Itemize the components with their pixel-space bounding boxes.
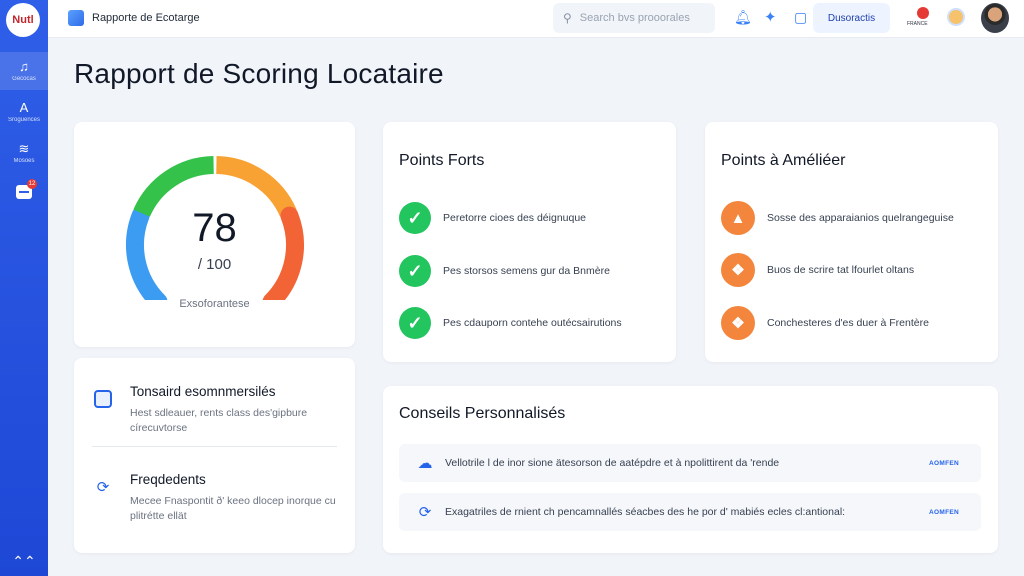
divider <box>92 446 337 447</box>
sidebar: Nutl ♫ Gecocas A Sroguences ≋ Mosoes 12 … <box>0 0 48 576</box>
recommendation-title: Tonsaird esomnmersilés <box>130 384 276 399</box>
recommendation-title: Freqdedents <box>130 472 206 487</box>
sidebar-item-mosoes[interactable]: ≋ Mosoes <box>0 134 48 172</box>
user-avatar[interactable] <box>981 3 1009 33</box>
sync-icon: ⟳ <box>418 504 432 521</box>
cloud-icon: ☁ <box>417 455 433 472</box>
chevron-logo-icon[interactable]: ⌃⌃ <box>0 553 48 570</box>
score-card: 78 / 100 Exsoforantese <box>74 122 355 347</box>
sidebar-item-label: Sroguences <box>7 117 41 123</box>
advice-link[interactable]: AOMFEN <box>929 460 959 467</box>
advice-link[interactable]: AOMFEN <box>929 509 959 516</box>
check-icon: ✓ <box>399 202 431 234</box>
people-warning-icon: ❖ <box>721 306 755 340</box>
score-value: 78 <box>192 206 237 250</box>
advice-text: Vellotrile l de inor sione ätesorson de … <box>445 457 780 469</box>
notification-dot <box>917 7 929 19</box>
calendar-icon <box>92 388 114 410</box>
recommendation-desc: Hest sdleauer, rents class des'gipbure c… <box>130 407 308 434</box>
score-caption: Exsoforantese <box>179 298 250 310</box>
improvement-text: Conchesteres d'es duer à Frentère <box>767 317 929 329</box>
language-flag-icon[interactable]: FRANCE <box>907 7 929 27</box>
search-icon: ⚲ <box>563 11 572 25</box>
sidebar-item-inbox[interactable]: 12 <box>0 173 48 211</box>
letter-a-icon: A <box>19 100 29 115</box>
strength-text: Pes cdauporn contehe outécsairutions <box>443 317 622 329</box>
strengths-card: Points Forts ✓ Peretorre cioes des déign… <box>383 122 676 362</box>
list-item: ❖ Conchesteres d'es duer à Frentère <box>721 306 929 340</box>
check-icon: ✓ <box>399 307 431 339</box>
list-item[interactable]: ☁ Vellotrile l de inor sione ätesorson d… <box>399 444 981 482</box>
check-icon: ✓ <box>399 255 431 287</box>
strength-text: Peretorre cioes des déignuque <box>443 212 587 224</box>
pin-plus-icon[interactable]: ✦ <box>764 8 777 26</box>
sidebar-item-label: Mosoes <box>13 158 35 164</box>
advice-text: Exagatriles de rnient ch pencamnallés sé… <box>445 506 846 518</box>
list-item: ✓ Pes cdauporn contehe outécsairutions <box>399 307 622 339</box>
recommendation-desc: Mecee Fnaspontit ð' keeo dlocep inorque … <box>130 495 336 522</box>
search-input[interactable] <box>579 12 700 24</box>
search-box[interactable]: ⚲ <box>553 3 715 33</box>
score-max: / 100 <box>197 256 232 273</box>
list-item: ❖ Buos de scrire tat lfourlet oltans <box>721 253 914 287</box>
improvement-text: Sosse des apparaianios quelrangeguise <box>767 212 954 224</box>
top-bar: Rapporte de Ecotarge ⚲ 🔔︎ ✦ ▢ Dusoractis… <box>48 0 1024 38</box>
improvements-card: Points à Améliéer ▲ Sosse des apparaiani… <box>705 122 998 362</box>
improvement-text: Buos de scrire tat lfourlet oltans <box>767 264 915 276</box>
strengths-title: Points Forts <box>399 152 485 169</box>
inbox-badge-icon: 12 <box>16 179 37 199</box>
sidebar-item-label: Gecocas <box>12 76 36 82</box>
app-logo[interactable]: Nutl <box>6 3 40 37</box>
sidebar-item-gecocas[interactable]: ♫ Gecocas <box>0 52 48 90</box>
sidebar-item-sroguences[interactable]: A Sroguences <box>0 93 48 131</box>
list-item: ✓ Peretorre cioes des déignuque <box>399 202 586 234</box>
monitor-icon[interactable]: ▢ <box>794 9 807 26</box>
list-item: ✓ Pes storsos semens gur da Bnmère <box>399 255 610 287</box>
layers-icon: ≋ <box>18 141 30 156</box>
page-title: Rapport de Scoring Locataire <box>74 58 444 89</box>
status-avatar[interactable] <box>947 8 965 26</box>
recommendations-card: Tonsaird esomnmersilés Hest sdleauer, re… <box>74 358 355 553</box>
refresh-icon: ⟳ <box>96 479 110 496</box>
improvements-title: Points à Améliéer <box>721 152 846 169</box>
strength-text: Pes storsos semens gur da Bnmère <box>443 265 610 277</box>
notification-count-badge: 12 <box>27 179 37 189</box>
dashboard-button[interactable]: Dusoractis <box>813 3 890 33</box>
flag-label: FRANCE <box>907 21 928 27</box>
bell-icon[interactable]: 🔔︎ <box>734 9 752 26</box>
people-warning-icon: ❖ <box>721 253 755 287</box>
chart-warning-icon: ▲ <box>721 201 755 235</box>
music-note-icon: ♫ <box>19 59 29 74</box>
list-item: ▲ Sosse des apparaianios quelrangeguise <box>721 201 954 235</box>
advice-card: Conseils Personnalisés ☁ Vellotrile l de… <box>383 386 998 553</box>
advice-title: Conseils Personnalisés <box>399 405 566 422</box>
cube-logo-icon <box>68 10 84 26</box>
app-title: Rapporte de Ecotarge <box>92 12 200 24</box>
list-item[interactable]: ⟳ Exagatriles de rnient ch pencamnallés … <box>399 493 981 531</box>
